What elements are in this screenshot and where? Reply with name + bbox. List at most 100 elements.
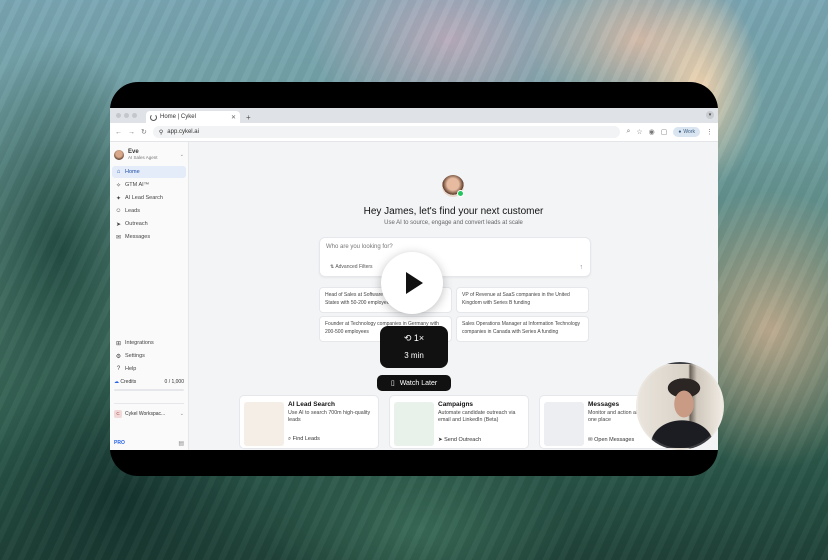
sidebar-item-label: Leads (125, 208, 140, 214)
bookmark-icon[interactable]: ☆ (636, 128, 642, 136)
zoom-icon[interactable]: ⌕ (626, 128, 630, 136)
sidebar-item-ai-lead-search[interactable]: ✦ AI Lead Search (112, 192, 186, 204)
home-icon: ⌂ (116, 169, 121, 175)
suggestion-card[interactable]: Sales Operations Manager at Information … (456, 316, 589, 342)
collapse-sidebar-icon[interactable]: ▤ (178, 440, 184, 447)
loading-icon (150, 113, 157, 121)
credits-progress-bar (114, 389, 184, 391)
url-text: app.cykel.ai (167, 129, 199, 135)
sidebar-item-settings[interactable]: ⚙ Settings (112, 350, 186, 362)
agent-role: AI Sales Agent (128, 155, 158, 160)
sidebar-item-label: Messages (125, 234, 151, 240)
window-controls[interactable] (116, 113, 137, 118)
site-info-icon[interactable]: ⚲ (159, 129, 163, 136)
profile-label: Work (683, 129, 695, 135)
submit-arrow-icon[interactable]: ↑ (580, 264, 584, 271)
sidebar-item-gtm-ai[interactable]: ✧ GTM AI™ (112, 179, 186, 191)
forward-icon[interactable]: → (128, 129, 135, 136)
speed-value: 1× (413, 333, 425, 343)
sidebar-item-label: Home (125, 169, 140, 175)
browser-tab[interactable]: Home | Cykel ✕ (146, 111, 240, 123)
agent-avatar (442, 175, 464, 197)
send-icon: ➤ (115, 221, 122, 228)
sidebar-item-outreach[interactable]: ➤ Outreach (112, 218, 186, 230)
tab-bar: Home | Cykel ✕ + ▾ (110, 108, 718, 123)
chevron-down-icon[interactable]: ⌄ (180, 152, 184, 158)
credits-label-text: Credits (120, 379, 137, 385)
sidebar-item-home[interactable]: ⌂ Home (112, 166, 186, 178)
tab-menu-icon[interactable]: ▾ (706, 111, 714, 119)
help-icon: ? (116, 366, 121, 372)
close-tab-icon[interactable]: ✕ (231, 114, 236, 121)
open-messages-button[interactable]: ✉ Open Messages (588, 437, 634, 443)
feature-thumbnail (544, 402, 584, 446)
credits-row: ☁ Credits 0 / 1,000 (114, 379, 184, 385)
bookmark-icon: ▯ (390, 380, 395, 387)
profile-pill[interactable]: ● Work (673, 127, 700, 137)
sidebar-item-integrations[interactable]: ⊞ Integrations (112, 337, 186, 349)
video-duration: 3 min (404, 351, 424, 360)
url-field[interactable]: ⚲ app.cykel.ai (152, 126, 621, 138)
page-subtitle: Use AI to source, engage and convert lea… (384, 220, 523, 226)
credits-icon: ☁ (114, 379, 119, 385)
sidebar-bottom: ⊞ Integrations ⚙ Settings ? Help ☁ Credits … (110, 336, 188, 418)
tab-title: Home | Cykel (160, 114, 196, 120)
playback-info[interactable]: ⟲ 1× 3 min (380, 326, 448, 368)
credits-value: 0 / 1,000 (164, 379, 184, 385)
agent-profile[interactable]: Eve AI Sales Agent ⌄ (110, 142, 188, 165)
profile-avatar-icon: ● (678, 129, 682, 135)
suggestion-card[interactable]: VP of Revenue at SaaS companies in the U… (456, 287, 589, 313)
feature-thumbnail (244, 402, 284, 446)
avatar (114, 149, 124, 160)
sidebar-item-help[interactable]: ? Help (112, 363, 186, 375)
mail-icon: ✉ (588, 437, 593, 443)
sidebar-item-label: Help (125, 366, 137, 372)
search-icon: ⌕ (288, 436, 292, 442)
workspace-logo-icon: C (114, 410, 122, 418)
sidebar-item-label: AI Lead Search (125, 195, 163, 201)
sidebar-item-label: Settings (125, 353, 145, 359)
feature-thumbnail (394, 402, 434, 446)
sidebar-item-leads[interactable]: ☺ Leads (112, 205, 186, 217)
sidebar-item-label: GTM AI™ (125, 182, 150, 188)
feature-title: AI Lead Search (288, 401, 335, 408)
search-input[interactable]: Who are you looking for? (326, 244, 393, 250)
workspace-name: Cykel Workspac... (125, 411, 166, 417)
advanced-filters-label: Advanced Filters (335, 264, 373, 270)
presenter-webcam-bubble (636, 362, 724, 450)
playback-speed[interactable]: ⟲ 1× (380, 333, 448, 344)
button-label: Find Leads (292, 436, 320, 442)
sidebar-item-label: Outreach (125, 221, 148, 227)
feature-title: Campaigns (438, 401, 474, 408)
sidebar-item-messages[interactable]: ✉ Messages (112, 231, 186, 243)
reload-icon[interactable]: ↻ (141, 128, 147, 136)
feature-title: Messages (588, 401, 620, 408)
video-player[interactable]: Home | Cykel ✕ + ▾ ← → ↻ ⚲ app.cykel.ai … (110, 82, 718, 476)
button-label: Open Messages (594, 437, 635, 443)
extension-icon[interactable]: ◉ (649, 128, 655, 136)
workspace-switcher[interactable]: C Cykel Workspac... ⌄ (114, 403, 184, 418)
sidebar: Eve AI Sales Agent ⌄ ⌂ Home ✧ GTM AI™ ✦ AI … (110, 142, 189, 450)
feature-description: Use AI to search 700m high-quality leads (288, 410, 371, 424)
lead-search-box[interactable]: Who are you looking for? ⇅ Advanced Filt… (319, 237, 591, 277)
page-title: Hey James, let's find your next customer (363, 206, 544, 217)
send-icon: ➤ (438, 437, 443, 443)
feature-cards: AI Lead Search Use AI to search 700m hig… (239, 395, 679, 449)
grid-icon: ⊞ (115, 340, 122, 347)
advanced-filters-button[interactable]: ⇅ Advanced Filters (330, 264, 373, 270)
feature-description: Automate candidate outreach via email an… (438, 410, 516, 424)
watch-later-label: Watch Later (399, 379, 438, 387)
new-tab-button[interactable]: + (246, 113, 251, 122)
chevron-down-icon: ⌄ (179, 411, 184, 417)
user-icon: ☺ (115, 208, 122, 214)
watch-later-button[interactable]: ▯ Watch Later (377, 375, 451, 391)
speed-icon: ⟲ (403, 333, 412, 343)
feature-card-campaigns[interactable]: Campaigns Automate candidate outreach vi… (389, 395, 529, 449)
back-icon[interactable]: ← (115, 129, 122, 136)
feature-card-ai-lead-search[interactable]: AI Lead Search Use AI to search 700m hig… (239, 395, 379, 449)
more-menu-icon[interactable]: ⋮ (706, 128, 713, 136)
play-button[interactable] (381, 252, 443, 314)
find-leads-button[interactable]: ⌕ Find Leads (288, 436, 320, 443)
extensions-puzzle-icon[interactable]: ▢ (661, 128, 668, 136)
send-outreach-button[interactable]: ➤ Send Outreach (438, 437, 481, 443)
